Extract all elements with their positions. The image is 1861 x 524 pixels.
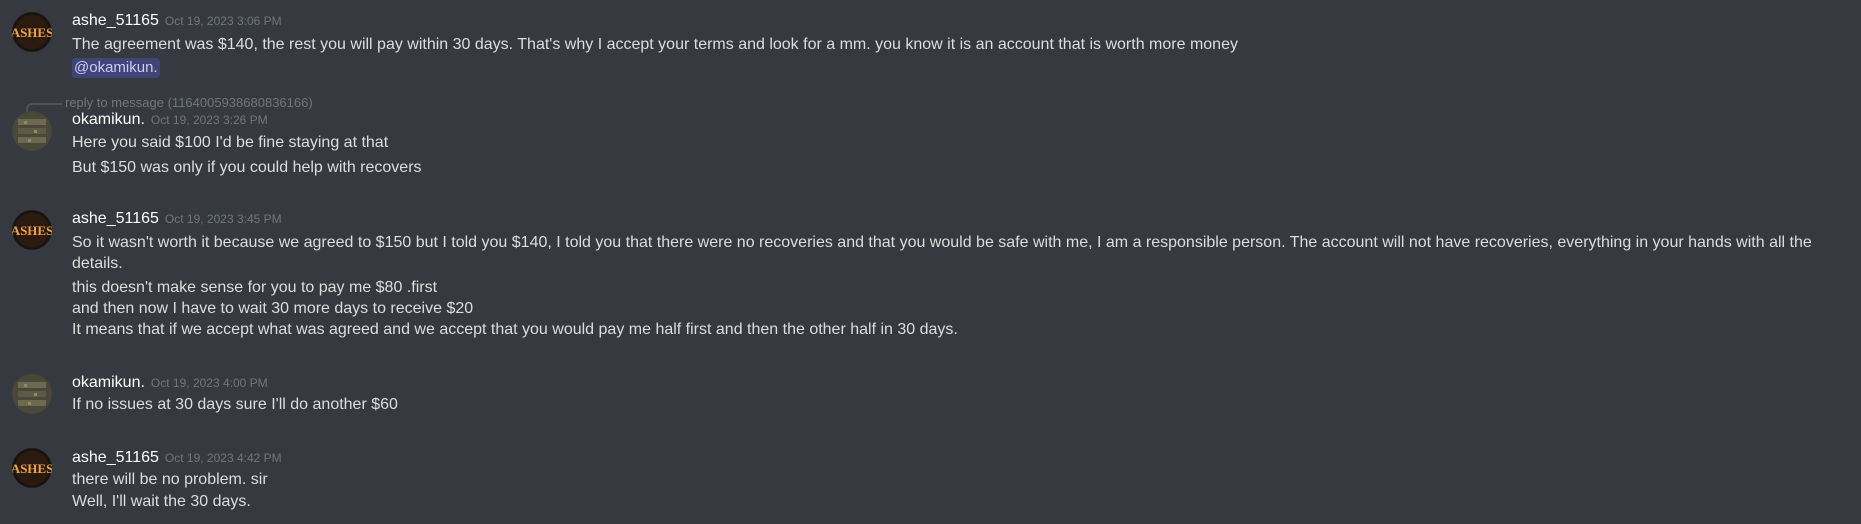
ashes-logo-avatar[interactable]: ASHES bbox=[12, 210, 52, 250]
message-text: and then now I have to wait 30 more days… bbox=[72, 300, 474, 317]
message-text: there will be no problem. sir bbox=[72, 471, 268, 488]
svg-text:ASHES: ASHES bbox=[12, 461, 52, 476]
message-header: okamikun. Oct 19, 2023 3:26 PM bbox=[72, 110, 268, 130]
message-text: If no issues at 30 days sure I'll do ano… bbox=[72, 396, 398, 413]
message-text: It means that if we accept what was agre… bbox=[72, 321, 958, 338]
user-mention[interactable]: @okamikun. bbox=[72, 58, 160, 78]
timestamp: Oct 19, 2023 3:06 PM bbox=[164, 14, 282, 28]
chat-log: ASHES ashe_51165 Oct 19, 2023 3:06 PM The… bbox=[0, 0, 1861, 524]
message-text: The agreement was $140, the rest you wil… bbox=[72, 36, 1238, 53]
username[interactable]: ashe_51165 bbox=[72, 449, 159, 466]
shelf-photo-avatar[interactable] bbox=[12, 374, 52, 414]
timestamp: Oct 19, 2023 4:42 PM bbox=[164, 451, 282, 465]
ashes-logo-avatar[interactable]: ASHES bbox=[12, 12, 52, 52]
ashes-logo-avatar[interactable]: ASHES bbox=[12, 448, 52, 488]
message-text: Here you said $100 I'd be fine staying a… bbox=[72, 134, 389, 151]
username[interactable]: ashe_51165 bbox=[72, 12, 159, 29]
svg-text:ASHES: ASHES bbox=[12, 25, 52, 40]
message-header: ashe_51165 Oct 19, 2023 4:42 PM bbox=[72, 448, 282, 468]
username[interactable]: okamikun. bbox=[72, 111, 145, 128]
timestamp: Oct 19, 2023 3:26 PM bbox=[150, 113, 268, 127]
message-text: Well, I'll wait the 30 days. bbox=[72, 493, 251, 510]
message-text: So it wasn't worth it because we agreed … bbox=[72, 234, 1812, 272]
username[interactable]: okamikun. bbox=[72, 374, 145, 391]
message-header: ashe_51165 Oct 19, 2023 3:45 PM bbox=[72, 209, 282, 229]
reply-reference[interactable]: reply to message (1164005938680836166) bbox=[65, 95, 313, 111]
message-header: ashe_51165 Oct 19, 2023 3:06 PM bbox=[72, 11, 282, 31]
message-header: okamikun. Oct 19, 2023 4:00 PM bbox=[72, 373, 268, 393]
shelf-photo-avatar[interactable] bbox=[12, 111, 52, 151]
message-text: But $150 was only if you could help with… bbox=[72, 159, 422, 176]
message-text: this doesn't make sense for you to pay m… bbox=[72, 279, 438, 296]
username[interactable]: ashe_51165 bbox=[72, 210, 159, 227]
svg-text:ASHES: ASHES bbox=[12, 223, 52, 238]
timestamp: Oct 19, 2023 3:45 PM bbox=[164, 212, 282, 226]
timestamp: Oct 19, 2023 4:00 PM bbox=[150, 376, 268, 390]
